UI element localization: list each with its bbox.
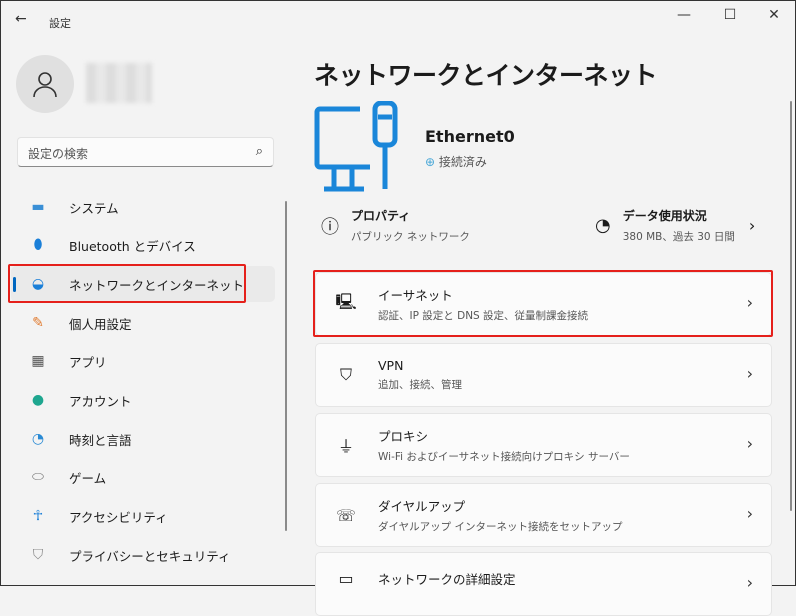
app-title: 設定 [49,17,71,30]
sidebar-item-label: アカウント [69,393,132,409]
proxy-card[interactable]: ⏚ プロキシ Wi-Fi およびイーサネット接続向けプロキシ サーバー › [315,413,772,477]
properties-subtitle: パブリック ネットワーク [351,231,470,243]
apps-icon: ▦ [31,353,45,369]
data-usage-subtitle: 380 MB、過去 30 日間 [622,231,735,243]
sidebar-item-bluetooth[interactable]: ⬮ Bluetooth とデバイス [11,227,275,263]
card-subtitle: Wi-Fi およびイーサネット接続向けプロキシ サーバー [378,451,630,463]
shield-icon: ⛉ [32,547,44,563]
connection-status: ⊕ 接続済み [425,153,487,170]
sidebar-item-time-language[interactable]: ◔ 時刻と言語 [11,421,275,457]
search-input[interactable]: 設定の検索 ⌕ [17,137,274,167]
sidebar-item-label: 個人用設定 [69,316,132,332]
sidebar-item-label: アプリ [69,354,107,370]
chevron-right-icon: › [746,573,753,592]
gamepad-icon: ⬭ [32,469,44,485]
card-title: VPN [378,358,404,373]
highlight-box [313,270,773,337]
user-icon [33,72,57,98]
blurred-username [86,63,152,103]
info-icon: ⓘ [321,216,339,238]
network-adapter-icon: ▭ [338,569,354,588]
pie-chart-icon: ◔ [595,215,611,236]
phone-icon: ☏ [335,505,356,525]
ethernet-large-icon [314,101,398,192]
system-icon: ▬ [31,199,45,215]
card-title: ネットワークの詳細設定 [378,572,516,587]
sidebar-item-label: Bluetooth とデバイス [69,238,196,254]
sidebar-item-system[interactable]: ▬ システム [11,189,275,225]
card-subtitle: ダイヤルアップ インターネット接続をセットアップ [378,521,623,533]
status-text: 接続済み [438,155,487,169]
dialup-card[interactable]: ☏ ダイヤルアップダイヤルアップ インターネット接続をセットアップ › [315,483,772,547]
ethernet-name: Ethernet0 [425,127,515,146]
sidebar-item-privacy[interactable]: ⛉ プライバシーとセキュリティ [11,537,275,573]
card-subtitle: 追加、接続、管理 [378,379,462,391]
bluetooth-icon: ⬮ [33,237,43,253]
data-usage-title: データ使用状況 [622,209,707,223]
chevron-right-icon: › [746,504,753,523]
card-title: ダイヤルアップ [378,499,466,514]
sidebar-item-apps[interactable]: ▦ アプリ [11,343,275,379]
back-button[interactable]: ← [15,11,27,27]
sidebar-scrollbar[interactable] [285,201,287,531]
properties-link[interactable]: ⓘ プロパティパブリック ネットワーク [321,207,470,244]
sidebar-item-gaming[interactable]: ⬭ ゲーム [11,459,275,495]
chevron-right-icon: › [748,216,756,235]
proxy-icon: ⏚ [337,437,354,456]
sidebar-item-label: アクセシビリティ [69,509,168,525]
card-title: プロキシ [378,429,429,444]
highlight-box [8,264,246,303]
globe-icon: ⊕ [425,155,436,169]
chevron-right-icon: › [746,364,753,383]
advanced-network-card[interactable]: ▭ ネットワークの詳細設定 › [315,552,772,616]
sidebar-item-label: ゲーム [69,470,107,486]
chevron-right-icon: › [746,434,753,453]
brush-icon: ✎ [32,315,44,331]
search-icon: ⌕ [255,144,263,159]
sidebar-item-label: プライバシーとセキュリティ [69,548,231,564]
search-placeholder: 設定の検索 [28,147,89,161]
sidebar-item-label: システム [69,200,119,216]
maximize-button[interactable]: ☐ [715,7,745,27]
vpn-card[interactable]: ⛉ VPN 追加、接続、管理 › [315,343,772,407]
sidebar-item-label: 時刻と言語 [69,432,132,448]
sidebar-item-personalization[interactable]: ✎ 個人用設定 [11,305,275,341]
avatar[interactable] [16,55,74,113]
main-scrollbar[interactable] [790,101,792,511]
page-title: ネットワークとインターネット [314,61,658,90]
properties-title: プロパティ [351,209,411,223]
sidebar-item-accounts[interactable]: ● アカウント [11,382,275,418]
accessibility-icon: ☥ [32,508,44,524]
clock-globe-icon: ◔ [31,431,45,447]
sidebar-item-accessibility[interactable]: ☥ アクセシビリティ [11,498,275,534]
data-usage-link[interactable]: ◔ データ使用状況 380 MB、過去 30 日間 › [595,207,755,244]
vpn-shield-icon: ⛉ [339,365,352,384]
title-bar: ← 設定 — ☐ ✕ [1,1,796,41]
minimize-button[interactable]: — [669,7,699,27]
account-icon: ● [31,392,45,408]
close-button[interactable]: ✕ [759,7,789,27]
